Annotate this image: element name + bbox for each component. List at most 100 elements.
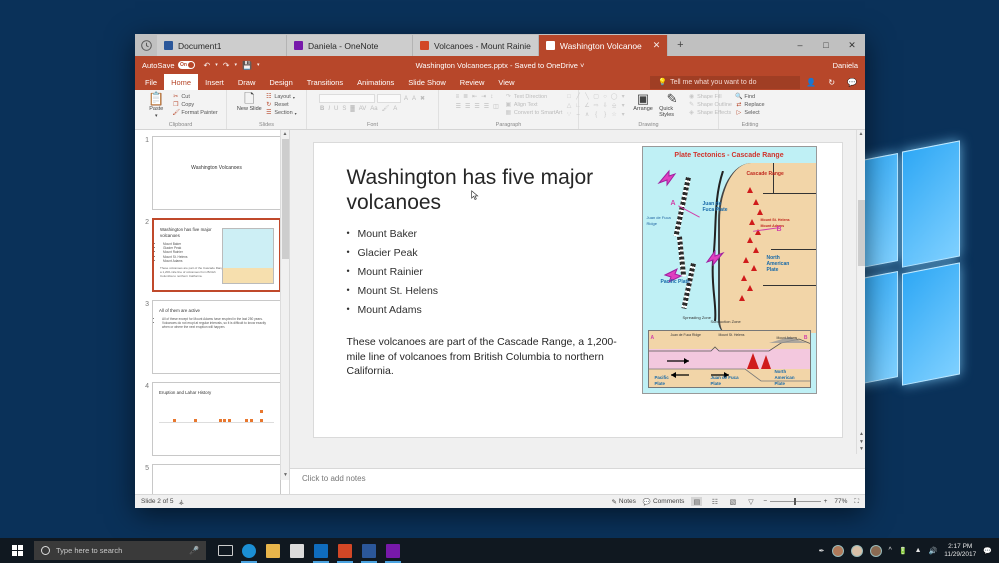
ribbon-tab-insert[interactable]: Insert bbox=[198, 74, 231, 90]
tab-volcanoes-mount-rainier[interactable]: Volcanoes - Mount Rainie bbox=[413, 35, 539, 56]
ribbon-tab-slide-show[interactable]: Slide Show bbox=[401, 74, 453, 90]
store-icon[interactable] bbox=[286, 538, 308, 563]
tell-me-search-box[interactable]: 💡 Tell me what you want to do bbox=[650, 76, 800, 89]
paste-button[interactable]: 📋 Paste ▾ bbox=[143, 93, 169, 119]
reset-button[interactable]: ↻ Reset bbox=[265, 102, 296, 109]
thumbnail-canvas[interactable]: Washington Volcanoes bbox=[152, 136, 281, 210]
current-slide[interactable]: Washington has five major volcanoes Moun… bbox=[313, 142, 843, 438]
word-icon[interactable] bbox=[358, 538, 380, 563]
font-size-input[interactable] bbox=[377, 94, 401, 103]
powerpoint-icon[interactable] bbox=[334, 538, 356, 563]
thumbnail-slide-2[interactable]: 2 Washington has five major volcanoes Mo… bbox=[135, 218, 289, 300]
scrollbar-thumb[interactable] bbox=[858, 200, 865, 266]
notes-button[interactable]: ✎ Notes bbox=[611, 498, 635, 506]
action-center-icon[interactable]: 💬 bbox=[983, 547, 992, 555]
share-icon[interactable]: 👤 bbox=[806, 78, 816, 87]
title-chevron-icon[interactable]: ˅ bbox=[580, 61, 584, 70]
normal-view-button[interactable]: ▤ bbox=[691, 497, 702, 506]
minimize-button[interactable]: – bbox=[787, 34, 813, 56]
underline-icon[interactable]: U bbox=[333, 106, 339, 112]
user-name[interactable]: Daniela bbox=[833, 61, 858, 70]
qat-more-icon[interactable]: ▾ bbox=[257, 62, 260, 68]
text-direction-button[interactable]: ↷ Text Direction bbox=[505, 94, 563, 101]
thumbnail-canvas[interactable] bbox=[152, 464, 281, 494]
section-button[interactable]: ☰ Section ▾ bbox=[265, 110, 296, 117]
justify-icon[interactable]: ☰ bbox=[483, 103, 490, 110]
thumbnail-canvas-selected[interactable]: Washington has five major volcanoes Moun… bbox=[152, 218, 281, 292]
find-button[interactable]: 🔍 Find bbox=[735, 94, 764, 101]
zoom-out-button[interactable]: − bbox=[763, 498, 767, 505]
thumbnail-scrollbar[interactable]: ▲ ▼ bbox=[280, 130, 289, 480]
bullets-icon[interactable]: ≡ bbox=[455, 94, 461, 100]
edge-icon[interactable] bbox=[238, 538, 260, 563]
slide-scrollbar[interactable]: ▲ ▲ ▼ ▼ bbox=[856, 130, 865, 454]
strikethrough-icon[interactable]: S bbox=[341, 106, 347, 112]
increase-font-size-icon[interactable]: A bbox=[403, 96, 409, 102]
bold-icon[interactable]: B bbox=[319, 106, 325, 112]
previous-slide-button[interactable]: ▲ bbox=[858, 431, 865, 438]
cut-button[interactable]: ✂ Cut bbox=[172, 94, 217, 101]
zoom-track[interactable] bbox=[770, 501, 820, 502]
ribbon-tab-animations[interactable]: Animations bbox=[350, 74, 401, 90]
decrease-font-size-icon[interactable]: A bbox=[411, 96, 417, 102]
redo-icon[interactable]: ↷ bbox=[223, 61, 230, 70]
new-slide-button[interactable]: 🗋 New Slide bbox=[236, 93, 262, 112]
ribbon-tab-view[interactable]: View bbox=[491, 74, 521, 90]
autosave-switch[interactable]: On bbox=[178, 61, 195, 69]
slide-bullet-list[interactable]: Mount Baker Glacier Peak Mount Rainier M… bbox=[347, 225, 617, 320]
plate-tectonics-figure[interactable]: Plate Tectonics - Cascade Range bbox=[642, 146, 817, 394]
chevron-down-icon[interactable]: ▾ bbox=[295, 110, 297, 117]
history-icon[interactable]: ↻ bbox=[828, 78, 835, 87]
ribbon-tab-draw[interactable]: Draw bbox=[231, 74, 263, 90]
file-explorer-icon[interactable] bbox=[262, 538, 284, 563]
close-tab-icon[interactable]: ✕ bbox=[647, 40, 661, 51]
maximize-button[interactable]: □ bbox=[813, 34, 839, 56]
save-icon[interactable]: 💾 bbox=[242, 61, 252, 70]
scroll-down-arrow-icon[interactable]: ▼ bbox=[857, 445, 866, 454]
numbering-icon[interactable]: ≣ bbox=[462, 93, 469, 100]
show-hidden-icons-chevron[interactable]: ^ bbox=[889, 547, 892, 554]
thumbnail-slide-3[interactable]: 3 All of them are active All of these ex… bbox=[135, 300, 289, 382]
align-text-button[interactable]: ▣ Align Text bbox=[505, 102, 563, 109]
align-right-icon[interactable]: ☰ bbox=[473, 103, 480, 110]
thumbnail-canvas[interactable]: All of them are active All of these exce… bbox=[152, 300, 281, 374]
redo-dropdown-icon[interactable]: ▾ bbox=[234, 62, 237, 68]
comments-button[interactable]: 💬 Comments bbox=[643, 498, 685, 506]
chevron-down-icon[interactable]: ▾ bbox=[293, 94, 295, 101]
task-view-icon[interactable] bbox=[214, 538, 236, 563]
italic-icon[interactable]: I bbox=[327, 106, 331, 112]
slide-show-view-button[interactable]: ▽ bbox=[745, 497, 756, 506]
scroll-down-arrow-icon[interactable]: ▼ bbox=[281, 471, 290, 480]
layout-button[interactable]: ☷ Layout ▾ bbox=[265, 94, 296, 101]
tab-document1[interactable]: Document1 bbox=[157, 35, 287, 56]
close-window-button[interactable]: ✕ bbox=[839, 34, 865, 56]
scroll-up-arrow-icon[interactable]: ▲ bbox=[281, 130, 289, 139]
reading-view-button[interactable]: ▧ bbox=[727, 497, 738, 506]
thumbnail-slide-4[interactable]: 4 Eruption and Lahar History bbox=[135, 382, 289, 464]
zoom-in-button[interactable]: + bbox=[824, 498, 828, 505]
copy-button[interactable]: ❐ Copy bbox=[172, 102, 217, 109]
clear-formatting-icon[interactable]: ✖ bbox=[419, 95, 426, 102]
undo-dropdown-icon[interactable]: ▾ bbox=[215, 62, 218, 68]
slide-sorter-view-button[interactable]: ☷ bbox=[709, 497, 720, 506]
convert-to-smartart-button[interactable]: ▦ Convert to SmartArt bbox=[505, 110, 563, 117]
ribbon-tab-file[interactable]: File bbox=[138, 74, 164, 90]
clock[interactable]: 2:17 PM 11/29/2017 bbox=[944, 543, 976, 559]
decrease-indent-icon[interactable]: ⇤ bbox=[471, 93, 478, 100]
scroll-up-arrow-icon[interactable]: ▲ bbox=[857, 130, 865, 139]
new-tab-button[interactable]: + bbox=[668, 35, 692, 56]
quick-styles-button[interactable]: ✎ Quick Styles bbox=[659, 93, 685, 118]
shadow-icon[interactable]: ▓ bbox=[349, 106, 355, 112]
tab-washington-volcanoes[interactable]: Washington Volcanoe ✕ bbox=[539, 35, 668, 56]
zoom-slider[interactable]: − + bbox=[763, 498, 827, 505]
comments-icon[interactable]: 💬 bbox=[847, 78, 857, 87]
change-case-icon[interactable]: Aa bbox=[369, 106, 378, 112]
notes-pane[interactable]: Click to add notes bbox=[290, 468, 865, 494]
arrange-button[interactable]: ▣ Arrange bbox=[630, 93, 656, 112]
ribbon-tab-design[interactable]: Design bbox=[262, 74, 299, 90]
character-spacing-icon[interactable]: AV bbox=[358, 106, 368, 112]
onenote-icon[interactable] bbox=[382, 538, 404, 563]
clock-icon[interactable] bbox=[135, 34, 157, 56]
thumbnail-slide-1[interactable]: 1 Washington Volcanoes bbox=[135, 136, 289, 218]
zoom-knob[interactable] bbox=[794, 498, 796, 505]
